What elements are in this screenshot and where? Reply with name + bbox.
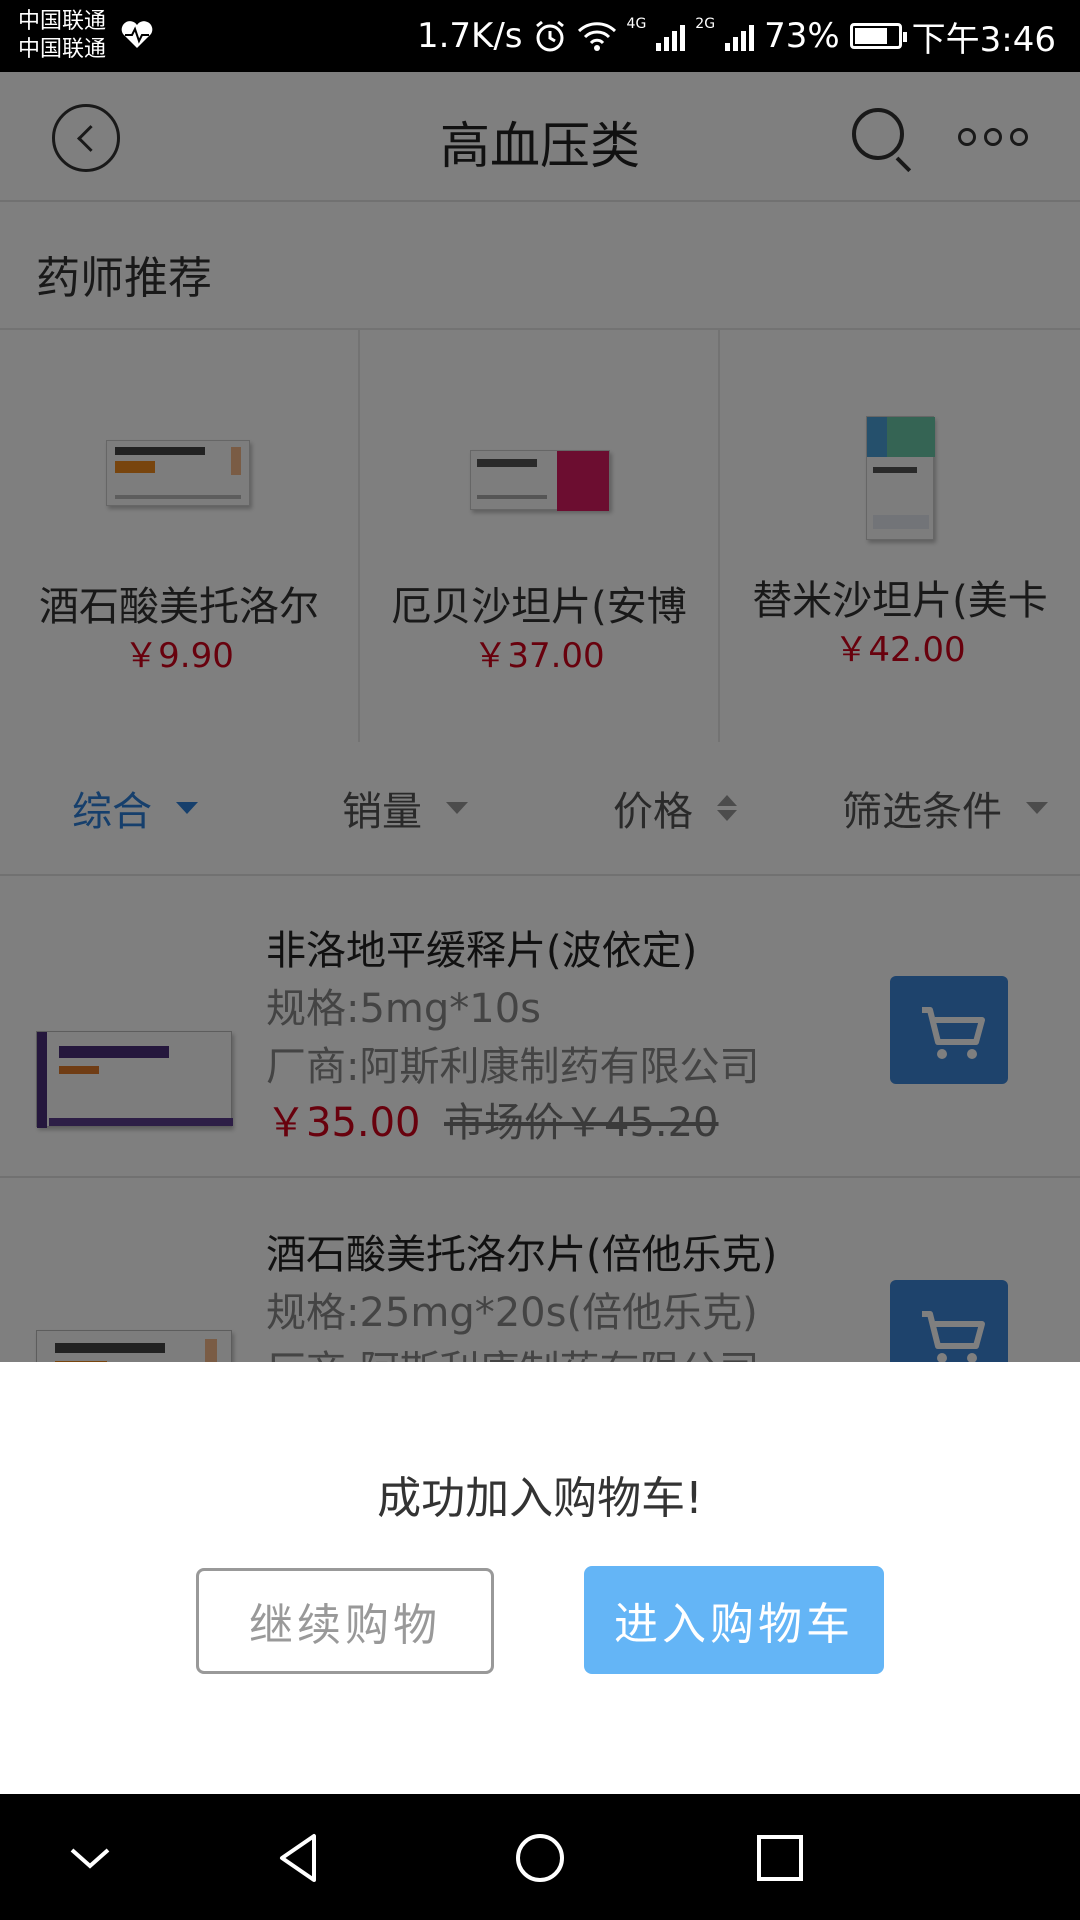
system-nav-bar <box>0 1794 1080 1920</box>
net-speed: 1.7K/s <box>416 16 523 56</box>
carrier-2: 中国联通 <box>18 37 107 62</box>
square-recent-icon[interactable] <box>740 1818 820 1898</box>
wifi-icon <box>577 22 616 51</box>
signal-2g-icon <box>725 21 755 51</box>
dialog-message: 成功加入购物车! <box>377 1473 703 1524</box>
carrier-1: 中国联通 <box>18 9 107 34</box>
network-2g-label: 2G <box>695 16 716 32</box>
battery-fill <box>854 28 887 44</box>
continue-shopping-button[interactable]: 继续购物 <box>196 1568 494 1674</box>
status-right: 1.7K/s 4G 2G 73% 下午3:46 <box>417 12 1056 60</box>
battery-icon <box>849 23 907 49</box>
modal-backdrop[interactable] <box>0 72 1080 1362</box>
alarm-icon <box>535 20 564 52</box>
battery-percent: 73% <box>764 16 840 56</box>
add-to-cart-dialog: 成功加入购物车! 继续购物 进入购物车 <box>0 1362 1080 1794</box>
clock: 下午3:46 <box>911 19 1056 60</box>
chevron-down-icon[interactable] <box>50 1818 130 1898</box>
circle-home-icon[interactable] <box>500 1818 580 1898</box>
triangle-back-icon[interactable] <box>260 1818 340 1898</box>
go-to-cart-button[interactable]: 进入购物车 <box>584 1566 884 1674</box>
network-4g-label: 4G <box>626 16 647 32</box>
status-bar: 中国联通 中国联通 1.7K/s 4G 2G 73% 下午3:46 <box>0 0 1080 72</box>
signal-4g-icon <box>656 21 686 51</box>
carrier-info: 中国联通 中国联通 <box>18 8 106 64</box>
heartbeat-icon <box>121 21 153 48</box>
